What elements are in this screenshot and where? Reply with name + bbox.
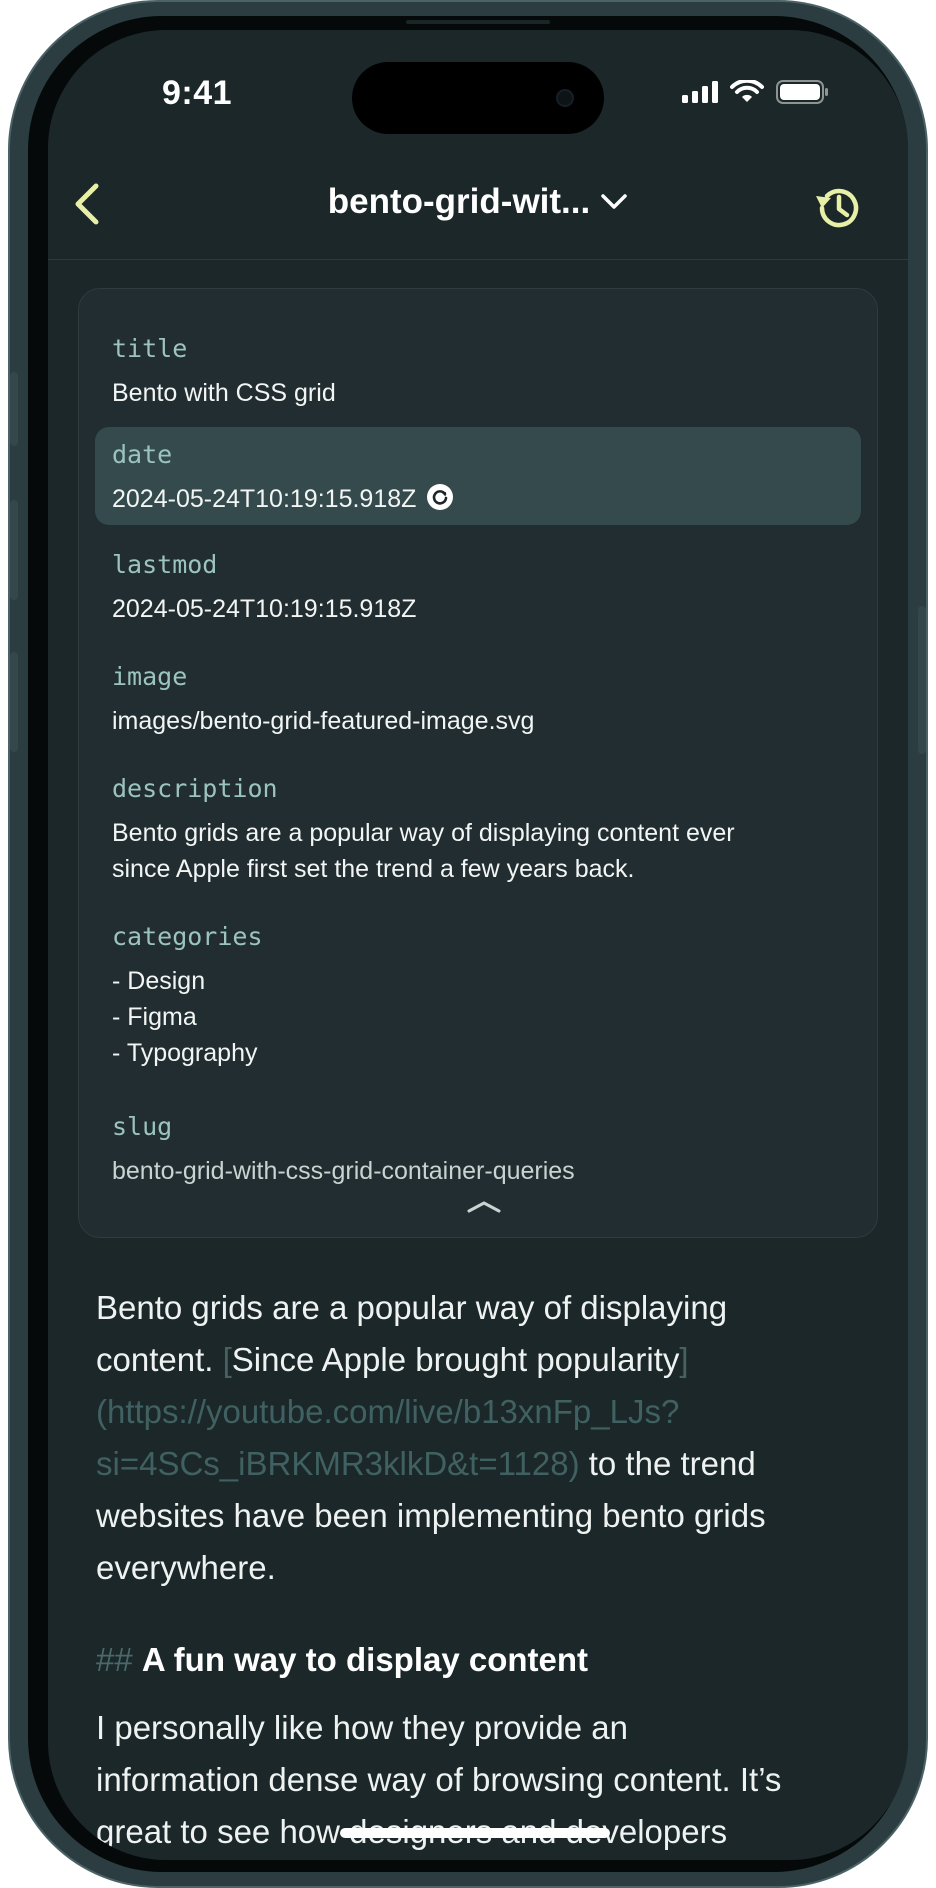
power-button	[918, 606, 926, 754]
chevron-up-icon	[467, 1201, 501, 1213]
field-key: lastmod	[112, 550, 218, 579]
navigation-bar: bento-grid-wit...	[48, 150, 908, 260]
markdown-paragraph[interactable]: Bento grids are a popular way of display…	[96, 1282, 868, 1594]
field-value: 2024-05-24T10:19:15.918Z	[112, 485, 417, 513]
text-line: Bento grids are a popular way of display…	[96, 1289, 728, 1326]
field-key: date	[112, 440, 173, 469]
screen: 9:41 bento-grid-wit... title Bento with …	[48, 30, 908, 1860]
camera-icon	[556, 89, 574, 107]
frontmatter-card: title Bento with CSS grid date 2024-05-2…	[78, 288, 878, 1238]
action-button	[10, 372, 18, 446]
text-line: si=4SCs_iBRKMR3klkD&t=1128) to the trend	[96, 1445, 756, 1482]
document-title-area: bento-grid-wit...	[48, 182, 908, 222]
text-line: websites have been implementing bento gr…	[96, 1497, 766, 1534]
link-url[interactable]: (https://youtube.com/live/b13xnFp_LJs?	[96, 1386, 868, 1438]
volume-down-button	[10, 652, 18, 752]
link-text[interactable]: Since Apple brought popularity	[232, 1341, 680, 1378]
wifi-icon	[730, 80, 764, 102]
field-slug[interactable]: slug bento-grid-with-css-grid-container-…	[95, 1099, 861, 1197]
field-key: slug	[112, 1112, 173, 1141]
field-key: description	[112, 774, 278, 803]
field-date[interactable]: date 2024-05-24T10:19:15.918Z	[95, 427, 861, 525]
heading-text: A fun way to display content	[141, 1641, 589, 1678]
dynamic-island	[352, 62, 604, 134]
battery-icon	[776, 80, 828, 104]
heading-marker: ##	[96, 1641, 133, 1678]
description-line: Bento grids are a popular way of display…	[112, 819, 735, 847]
document-title-dropdown[interactable]: bento-grid-wit...	[328, 182, 628, 222]
field-key: title	[112, 334, 188, 363]
volume-up-button	[10, 500, 18, 600]
refresh-date-button[interactable]	[426, 483, 454, 521]
speaker-grille	[406, 20, 550, 24]
home-indicator[interactable]	[340, 1828, 610, 1838]
category-item: - Design	[112, 967, 206, 995]
category-item: - Figma	[112, 1003, 197, 1031]
collapse-frontmatter-button[interactable]	[467, 1199, 501, 1218]
link-bracket: ]	[679, 1341, 689, 1378]
description-line: since Apple first set the trend a few ye…	[112, 855, 635, 883]
field-value-row: 2024-05-24T10:19:15.918Z	[112, 481, 844, 521]
cellular-signal-icon	[682, 81, 718, 103]
field-categories[interactable]: categories - Design - Figma - Typography	[95, 909, 861, 1079]
chevron-down-icon	[601, 194, 627, 209]
field-value: bento-grid-with-css-grid-container-queri…	[112, 1157, 575, 1185]
field-value: Bento grids are a popular way of display…	[112, 815, 844, 887]
category-item: - Typography	[112, 1039, 258, 1067]
history-button[interactable]	[812, 182, 864, 234]
field-description[interactable]: description Bento grids are a popular wa…	[95, 761, 861, 897]
field-value: 2024-05-24T10:19:15.918Z	[112, 595, 417, 623]
document-title: bento-grid-wit...	[327, 182, 591, 221]
field-key: categories	[112, 922, 263, 951]
category-list: - Design - Figma - Typography	[112, 963, 844, 1071]
history-icon	[816, 188, 859, 228]
field-value: images/bento-grid-featured-image.svg	[112, 707, 535, 735]
text-line: everywhere.	[96, 1549, 276, 1586]
text-line: information dense way of browsing conten…	[96, 1761, 782, 1798]
field-lastmod[interactable]: lastmod 2024-05-24T10:19:15.918Z	[95, 537, 861, 635]
refresh-icon	[427, 484, 454, 510]
link-url[interactable]: si=4SCs_iBRKMR3klkD&t=1128)	[96, 1445, 580, 1482]
text-line: content. [Since Apple brought popularity…	[96, 1341, 689, 1378]
link-bracket: [	[222, 1341, 232, 1378]
markdown-heading[interactable]: ## A fun way to display content	[96, 1634, 868, 1686]
text-line: I personally like how they provide an	[96, 1709, 628, 1746]
field-key: image	[112, 662, 188, 691]
status-time: 9:41	[162, 74, 233, 112]
field-image[interactable]: image images/bento-grid-featured-image.s…	[95, 649, 861, 747]
field-value: Bento with CSS grid	[112, 379, 336, 407]
device-frame: 9:41 bento-grid-wit... title Bento with …	[8, 0, 928, 1888]
field-title[interactable]: title Bento with CSS grid	[95, 321, 861, 425]
status-icons	[682, 80, 830, 104]
